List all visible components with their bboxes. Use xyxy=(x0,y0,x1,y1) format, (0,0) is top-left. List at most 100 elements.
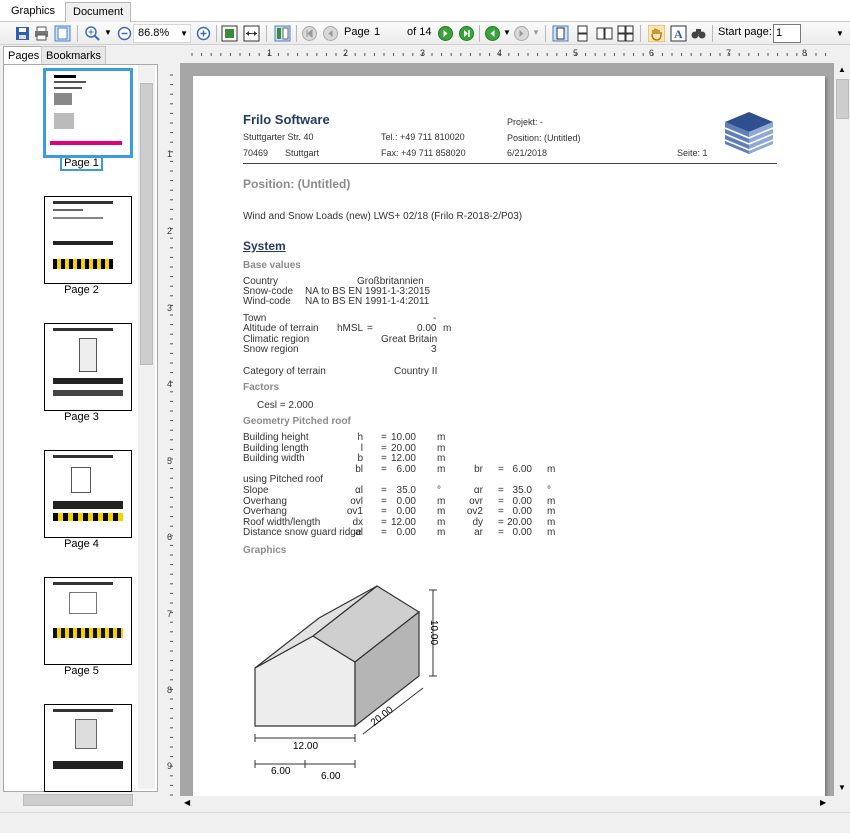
document-horizontal-scrollbar[interactable]: ◀ ▶ xyxy=(180,796,834,812)
geometry-value-1: 10.00 xyxy=(390,432,416,443)
history-forward-icon[interactable] xyxy=(513,25,530,42)
altitude-symbol: hMSL xyxy=(337,323,364,334)
geometry-value-1: 20.00 xyxy=(390,442,416,454)
zoom-select[interactable]: 86.8% ▼ xyxy=(133,24,191,43)
date: 6/21/2018 xyxy=(507,148,548,158)
company-name: Frilo Software xyxy=(243,112,330,127)
left-panel-tabs: Pages Bookmarks xyxy=(0,45,160,66)
thumbnail-horizontal-scrollbar[interactable] xyxy=(3,792,158,808)
thumbnail-page-6[interactable] xyxy=(44,704,132,792)
thumbnail-label: Page 4 xyxy=(64,538,99,550)
geometry-unit-1: m xyxy=(437,442,446,454)
previous-page-icon[interactable] xyxy=(322,25,339,42)
geometry-value-1: 12.00 xyxy=(390,453,416,465)
geometry-symbol-1: bl xyxy=(355,463,363,475)
header-divider xyxy=(243,163,777,164)
zoom-plus-icon[interactable] xyxy=(195,25,212,42)
toolbar-separator xyxy=(545,25,546,42)
zoom-in-dropdown-icon[interactable]: ▼ xyxy=(104,28,112,37)
toolbar-separator xyxy=(640,25,641,42)
scroll-right-icon[interactable]: ▶ xyxy=(820,798,826,807)
system-heading: System xyxy=(243,239,286,253)
document-page: Frilo Software Stuttgarter Str. 40 70469… xyxy=(193,76,825,796)
page-label: Page xyxy=(344,26,370,38)
zip: 70469 xyxy=(243,148,269,158)
fit-page-icon[interactable] xyxy=(221,25,238,42)
thumbnail-page-5[interactable] xyxy=(44,577,132,665)
thumbnail-page-3[interactable] xyxy=(44,323,132,411)
main-tab-strip: Graphics Document xyxy=(0,0,850,23)
document-area[interactable]: Frilo Software Stuttgarter Str. 40 70469… xyxy=(180,63,834,796)
thumbnail-page-1[interactable] xyxy=(43,68,133,158)
geometry-unit-2: ° xyxy=(547,485,551,496)
project: Projekt: - xyxy=(507,117,544,127)
scroll-up-icon[interactable]: ▲ xyxy=(838,65,846,74)
geometry-symbol-1: l xyxy=(360,442,363,454)
geometry-row-label: Roof width/length xyxy=(243,516,321,528)
first-page-icon[interactable] xyxy=(301,25,318,42)
last-page-icon[interactable] xyxy=(458,25,475,42)
wind-code-label: Wind-code xyxy=(243,296,291,307)
single-page-icon[interactable] xyxy=(552,25,569,42)
find-icon[interactable] xyxy=(690,25,707,42)
history-back-dropdown-icon[interactable]: ▼ xyxy=(503,28,511,37)
geometry-heading: Geometry Pitched roof xyxy=(243,416,351,427)
tab-graphics[interactable]: Graphics xyxy=(4,2,62,22)
dimension-half-right: 6.00 xyxy=(321,771,341,782)
city: Stuttgart xyxy=(285,148,320,158)
thumbnail-vertical-scrollbar[interactable] xyxy=(138,65,155,789)
text-select-icon[interactable]: A xyxy=(670,25,687,42)
scroll-down-icon[interactable]: ▼ xyxy=(838,783,846,792)
geometry-row-label: Overhang xyxy=(243,495,287,507)
fit-width-icon[interactable] xyxy=(243,25,260,42)
terrain-value: Country II xyxy=(394,366,438,377)
document-vertical-scrollbar[interactable]: ▲ ▼ xyxy=(834,63,850,796)
thumbnails-toggle-icon[interactable] xyxy=(274,25,291,42)
scrollbar-thumb[interactable] xyxy=(140,83,153,365)
zoom-in-icon[interactable] xyxy=(84,25,101,42)
multi-page-icon[interactable] xyxy=(617,25,634,42)
page-number-input[interactable]: 1 xyxy=(374,26,380,38)
zoom-out-icon[interactable] xyxy=(116,25,133,42)
geometry-row-label: Building length xyxy=(243,442,309,454)
continuous-page-icon[interactable] xyxy=(574,25,591,42)
geometry-row-label: Slope xyxy=(243,485,269,496)
scroll-left-icon[interactable]: ◀ xyxy=(184,798,190,807)
next-page-icon[interactable] xyxy=(437,25,454,42)
climatic-value: Great Britain xyxy=(381,334,438,345)
thumbnail-page-4[interactable] xyxy=(44,450,132,538)
horizontal-ruler: 1 2 3 4 5 6 7 8 xyxy=(180,45,830,63)
history-forward-dropdown-icon[interactable]: ▼ xyxy=(532,28,540,37)
toolbar-overflow-icon[interactable]: ▼ xyxy=(836,29,844,38)
page-view-icon[interactable] xyxy=(54,25,71,42)
geometry-value-1: 0.00 xyxy=(396,495,416,507)
start-page-label: Start page: xyxy=(718,26,772,38)
geometry-value-2: 0.00 xyxy=(512,495,532,507)
tab-bookmarks[interactable]: Bookmarks xyxy=(41,46,107,65)
tab-document[interactable]: Document xyxy=(65,2,132,23)
geometry-unit-2: m xyxy=(547,527,556,539)
start-page-input[interactable]: 1 xyxy=(773,24,801,43)
geometry-value-2: 0.00 xyxy=(512,527,532,539)
geometry-unit-1: m xyxy=(437,453,446,465)
print-icon[interactable] xyxy=(33,25,50,42)
history-back-icon[interactable] xyxy=(484,25,501,42)
frilo-logo-icon xyxy=(724,112,774,154)
ruler-number: 7 xyxy=(726,48,732,58)
save-icon[interactable] xyxy=(14,25,31,42)
toolbar: ▼ 86.8% ▼ Page 1 of 14 ▼ ▼ A Start page: … xyxy=(0,22,850,45)
chevron-down-icon: ▼ xyxy=(180,29,188,38)
scrollbar-thumb[interactable] xyxy=(836,79,849,119)
two-page-icon[interactable] xyxy=(596,25,613,42)
geometry-symbol-2: ovr xyxy=(469,495,483,507)
scrollbar-thumb[interactable] xyxy=(23,794,133,806)
geometry-value-1: 0.00 xyxy=(396,527,416,539)
dimension-width: 12.00 xyxy=(293,741,319,752)
hand-tool-icon[interactable] xyxy=(648,25,665,42)
altitude-equals: = xyxy=(367,323,373,334)
tab-pages[interactable]: Pages xyxy=(3,46,45,66)
geometry-symbol-1: al xyxy=(355,527,363,539)
ruler-number: 6 xyxy=(649,48,655,58)
toolbar-separator xyxy=(712,25,713,42)
thumbnail-page-2[interactable] xyxy=(44,196,132,284)
